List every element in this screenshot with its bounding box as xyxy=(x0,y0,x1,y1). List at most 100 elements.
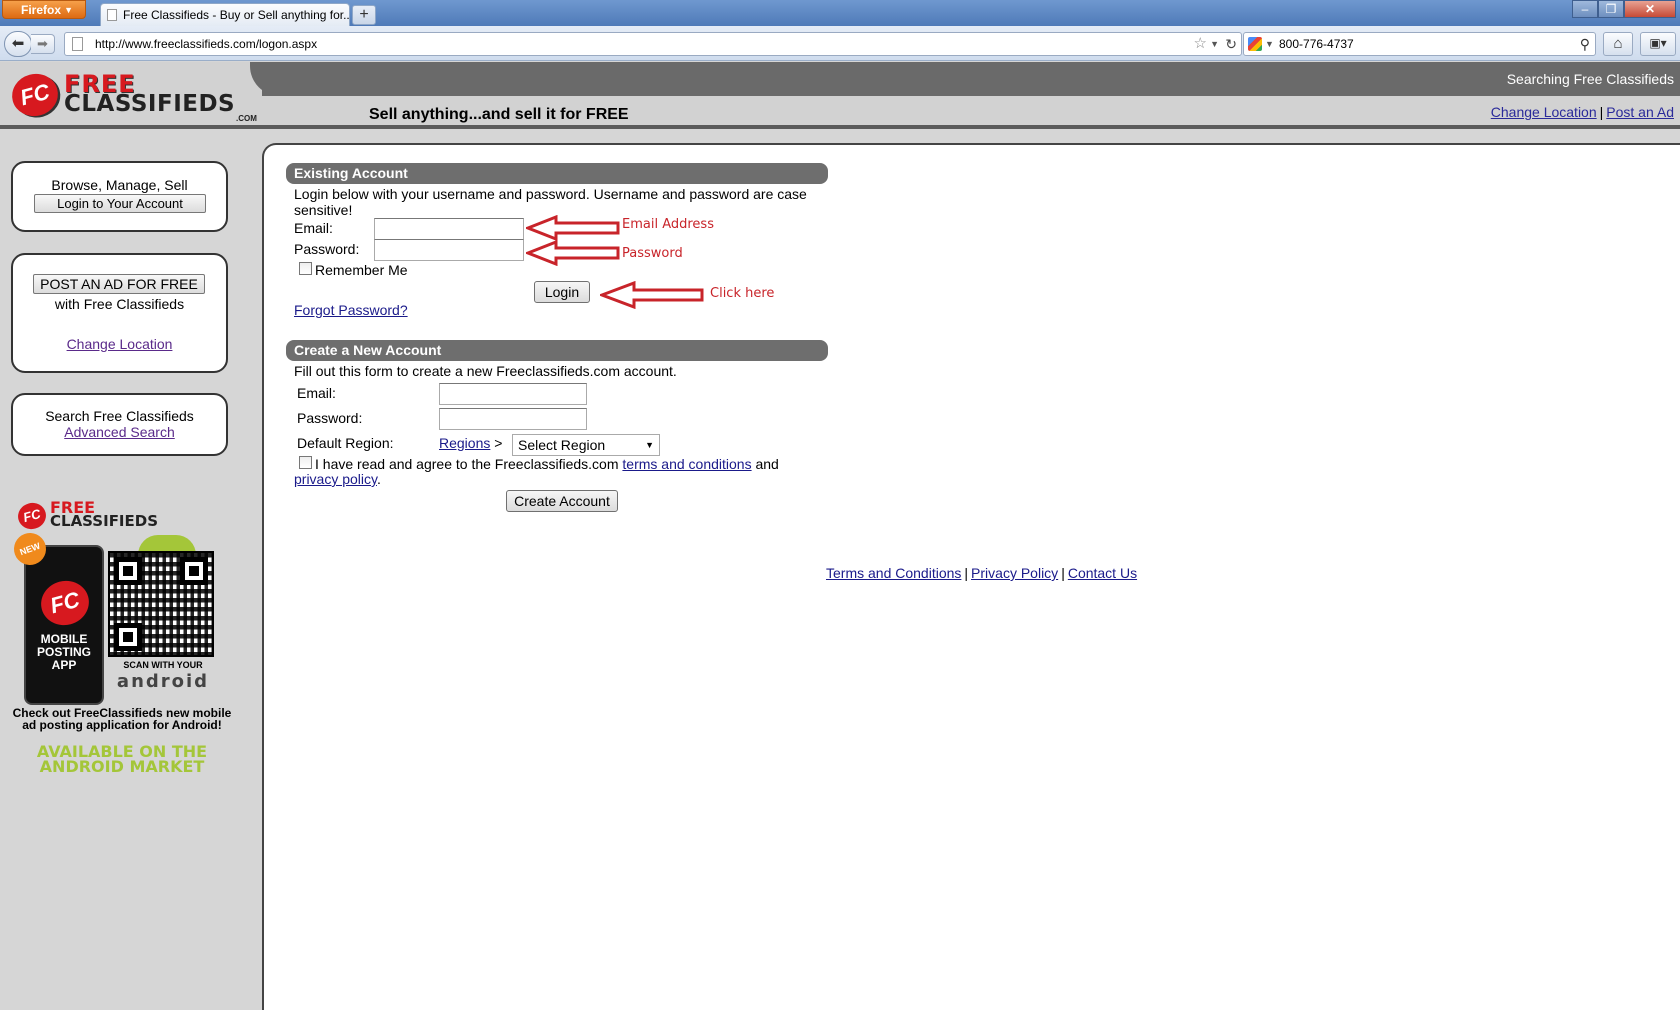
url-text: http://www.freeclassifieds.com/logon.asp… xyxy=(95,37,318,51)
annotation-password: Password xyxy=(622,246,683,261)
page-icon xyxy=(107,9,117,21)
logo-classifieds-text: CLASSIFIEDS xyxy=(64,91,236,117)
create-email-label: Email: xyxy=(297,385,336,401)
tagline: Sell anything...and sell it for FREE xyxy=(369,106,629,123)
login-password-label: Password: xyxy=(294,241,360,257)
remember-me-checkbox[interactable] xyxy=(299,262,312,275)
site-header: FC FREE CLASSIFIEDS .COM Sell anything..… xyxy=(0,62,1680,127)
chevron-down-icon: ▼ xyxy=(64,5,73,15)
region-select-value: Select Region xyxy=(518,437,606,453)
qr-finder-pattern xyxy=(180,557,208,585)
android-app-promo[interactable]: FC FREE CLASSIFIEDS FC MOBILE POSTING AP… xyxy=(9,499,234,775)
promo-description: Check out FreeClassifieds new mobile ad … xyxy=(12,706,232,732)
browser-tab[interactable]: Free Classifieds - Buy or Sell anything … xyxy=(100,3,350,26)
arrow-left-icon xyxy=(526,215,620,241)
login-password-input[interactable] xyxy=(374,239,524,261)
privacy-policy-link[interactable]: privacy policy xyxy=(294,471,377,487)
post-ad-box: POST AN AD FOR FREE with Free Classified… xyxy=(11,253,228,373)
search-box: Search Free Classifieds Advanced Search xyxy=(11,393,228,456)
regions-breadcrumb: Regions > xyxy=(439,435,502,451)
create-password-input[interactable] xyxy=(439,408,587,430)
create-intro: Fill out this form to create a new Freec… xyxy=(294,363,677,379)
scan-text: SCAN WITH YOUR xyxy=(123,660,203,670)
phone-app-text: MOBILE POSTING APP xyxy=(36,632,91,672)
login-email-input[interactable] xyxy=(374,218,524,240)
default-region-label: Default Region: xyxy=(297,435,394,451)
promo-logo-classifieds-text: CLASSIFIEDS xyxy=(50,512,159,530)
forgot-password-link[interactable]: Forgot Password? xyxy=(294,302,408,318)
and-text: and xyxy=(755,456,779,472)
region-select[interactable]: Select Region ▼ xyxy=(512,434,660,456)
search-value: 800-776-4737 xyxy=(1279,37,1354,51)
back-arrow-icon[interactable]: ⬅ xyxy=(4,31,32,57)
separator: | xyxy=(1061,565,1065,581)
header-post-ad-link[interactable]: Post an Ad xyxy=(1606,104,1674,120)
chevron-down-icon: ▼ xyxy=(645,440,654,450)
arrow-path xyxy=(600,281,704,309)
promo-logo-fc-badge: FC xyxy=(15,499,49,533)
footer-links: Terms and Conditions | Privacy Policy | Cont… xyxy=(826,565,1137,581)
existing-intro: Login below with your username and passw… xyxy=(294,186,807,202)
login-to-account-button[interactable]: Login to Your Account xyxy=(34,194,206,213)
header-links: Change Location | Post an Ad xyxy=(1491,104,1674,120)
minimize-icon[interactable]: – xyxy=(1572,0,1598,18)
post-ad-free-button[interactable]: POST AN AD FOR FREE xyxy=(33,274,205,294)
advanced-search-link[interactable]: Advanced Search xyxy=(13,424,226,440)
reload-icon[interactable]: ↻ xyxy=(1225,33,1237,55)
addon-icon[interactable]: ▣▾ xyxy=(1640,32,1676,56)
search-bar[interactable]: ▼ 800-776-4737 ⚲ xyxy=(1243,32,1596,56)
google-icon[interactable] xyxy=(1248,37,1262,51)
terms-link[interactable]: terms and conditions xyxy=(622,456,751,472)
forward-arrow-icon[interactable]: ➡ xyxy=(31,34,55,54)
regions-link[interactable]: Regions xyxy=(439,435,490,451)
tab-title: Free Classifieds - Buy or Sell anything … xyxy=(123,8,350,22)
browser-navbar: ⬅ ➡ http://www.freeclassifieds.com/logon… xyxy=(0,26,1680,61)
chevron-down-icon[interactable]: ▼ xyxy=(1210,33,1219,55)
logo-fc-badge: FC xyxy=(7,68,63,122)
create-password-label: Password: xyxy=(297,410,363,426)
footer-contact-link[interactable]: Contact Us xyxy=(1068,565,1137,581)
arrow-left-icon xyxy=(600,281,704,309)
agree-terms-text: I have read and agree to the Freeclassif… xyxy=(315,456,779,472)
agree-terms-checkbox[interactable] xyxy=(299,456,312,469)
header-change-location-link[interactable]: Change Location xyxy=(1491,104,1597,120)
create-email-input[interactable] xyxy=(439,383,587,405)
qr-code-icon xyxy=(108,551,214,657)
arrow-left-icon xyxy=(526,240,620,266)
close-icon[interactable]: ✕ xyxy=(1624,0,1676,18)
home-icon[interactable]: ⌂ xyxy=(1603,32,1633,56)
period: . xyxy=(377,471,381,487)
privacy-line: privacy policy. xyxy=(294,471,381,487)
url-bar[interactable]: http://www.freeclassifieds.com/logon.asp… xyxy=(64,32,1242,56)
login-email-label: Email: xyxy=(294,220,333,236)
footer-terms-link[interactable]: Terms and Conditions xyxy=(826,565,961,581)
search-icon[interactable]: ⚲ xyxy=(1580,33,1590,55)
login-button[interactable]: Login xyxy=(534,281,590,303)
regions-separator: > xyxy=(494,435,503,451)
page-icon xyxy=(72,37,83,51)
firefox-menu-button[interactable]: Firefox ▼ xyxy=(2,0,86,19)
new-tab-button[interactable]: + xyxy=(352,5,376,25)
agree-text: I have read and agree to the Freeclassif… xyxy=(315,456,619,472)
header-dark-band xyxy=(262,62,1680,96)
sidebar-change-location-link[interactable]: Change Location xyxy=(13,336,226,352)
phone-image: FC MOBILE POSTING APP xyxy=(24,545,104,705)
main-content: Existing Account Login below with your u… xyxy=(262,143,1680,1010)
sidebar: Browse, Manage, Sell Login to Your Accou… xyxy=(0,129,250,1010)
arrow-path xyxy=(526,215,620,241)
footer-privacy-link[interactable]: Privacy Policy xyxy=(971,565,1058,581)
annotation-click: Click here xyxy=(710,286,775,301)
arrow-path xyxy=(526,240,620,266)
maximize-icon[interactable]: ❐ xyxy=(1598,0,1624,18)
browser-titlebar: Firefox ▼ Free Classifieds - Buy or Sell… xyxy=(0,0,1680,26)
create-account-button[interactable]: Create Account xyxy=(506,490,618,512)
post-ad-subtext: with Free Classifieds xyxy=(54,296,185,312)
separator: | xyxy=(964,565,969,581)
site-logo[interactable]: FC FREE CLASSIFIEDS .COM xyxy=(7,68,272,124)
remember-me-label: Remember Me xyxy=(315,262,408,278)
annotation-email: Email Address xyxy=(622,217,714,232)
qr-finder-pattern xyxy=(114,623,142,651)
searching-text: Searching Free Classifieds xyxy=(1506,71,1674,87)
bookmark-star-icon[interactable]: ☆ xyxy=(1194,33,1207,55)
chevron-down-icon[interactable]: ▼ xyxy=(1265,33,1274,55)
